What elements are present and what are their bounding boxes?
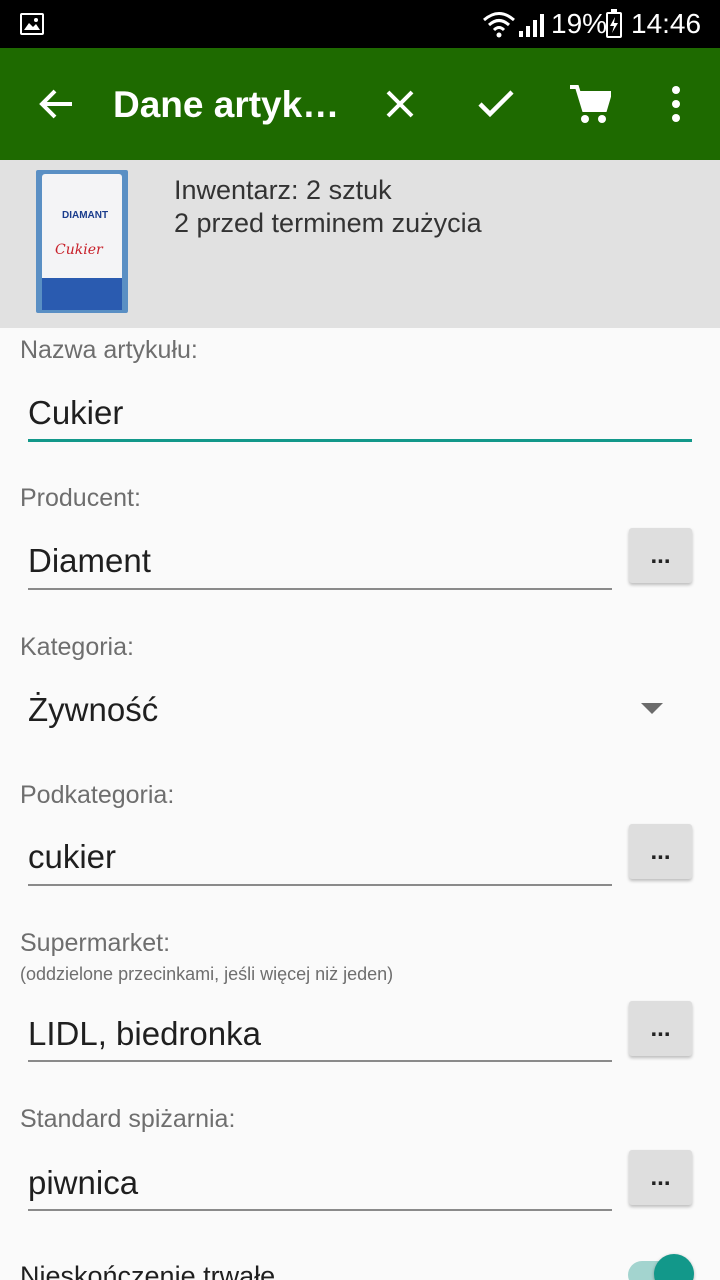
gallery-icon	[20, 13, 44, 35]
dropdown-arrow-icon[interactable]	[641, 703, 663, 714]
battery-percent: 19%	[551, 8, 608, 39]
producer-input-underline	[28, 588, 612, 590]
close-icon[interactable]	[372, 76, 428, 132]
supermarket-input-underline	[28, 1060, 612, 1062]
name-input-underline	[28, 439, 692, 442]
battery-icon	[606, 9, 622, 38]
subcategory-input[interactable]: cukier	[28, 838, 116, 876]
subcategory-label: Podkategoria:	[20, 781, 175, 809]
category-label: Kategoria:	[20, 633, 134, 661]
product-brand: DIAMANT	[62, 210, 109, 221]
subcategory-input-underline	[28, 884, 612, 886]
durable-toggle-thumb[interactable]	[654, 1254, 694, 1280]
wifi-icon	[483, 12, 515, 38]
cart-icon[interactable]	[562, 76, 618, 132]
clock: 14:46	[631, 8, 702, 39]
app-toolbar: Dane artyk…	[0, 48, 720, 160]
producer-input[interactable]: Diament	[28, 542, 151, 580]
pantry-picker-button[interactable]: ...	[629, 1150, 692, 1205]
name-input[interactable]: Cukier	[28, 394, 123, 432]
item-header: DIAMANT Cukier Inwentarz: 2 sztuk 2 prze…	[0, 160, 720, 328]
expiry-count: 2 przed terminem zużycia	[174, 208, 482, 238]
pantry-input[interactable]: piwnica	[28, 1164, 138, 1202]
inventory-count: Inwentarz: 2 sztuk	[174, 175, 392, 205]
back-arrow-icon[interactable]	[28, 76, 84, 132]
check-icon[interactable]	[468, 76, 524, 132]
product-name-label: Cukier	[55, 242, 103, 258]
supermarket-picker-button[interactable]: ...	[629, 1001, 692, 1056]
supermarket-label: Supermarket:	[20, 929, 171, 957]
producer-label: Producent:	[20, 484, 141, 512]
subcategory-picker-button[interactable]: ...	[629, 824, 692, 879]
supermarket-hint: (oddzielone przecinkami, jeśli więcej ni…	[20, 964, 394, 984]
page-title: Dane artyk…	[113, 84, 338, 125]
product-image[interactable]: DIAMANT Cukier	[36, 170, 128, 313]
name-label: Nazwa artykułu:	[20, 336, 198, 364]
more-vert-icon[interactable]	[648, 76, 704, 132]
supermarket-input[interactable]: LIDL, biedronka	[28, 1015, 261, 1053]
status-bar: 19% 14:46	[0, 0, 720, 48]
pantry-input-underline	[28, 1209, 612, 1211]
pantry-label: Standard spiżarnia:	[20, 1105, 236, 1133]
signal-icon	[519, 14, 544, 37]
producer-picker-button[interactable]: ...	[629, 528, 692, 583]
category-select[interactable]: Żywność	[28, 691, 158, 729]
durable-label: Nieskończenie trwałe	[20, 1261, 276, 1280]
